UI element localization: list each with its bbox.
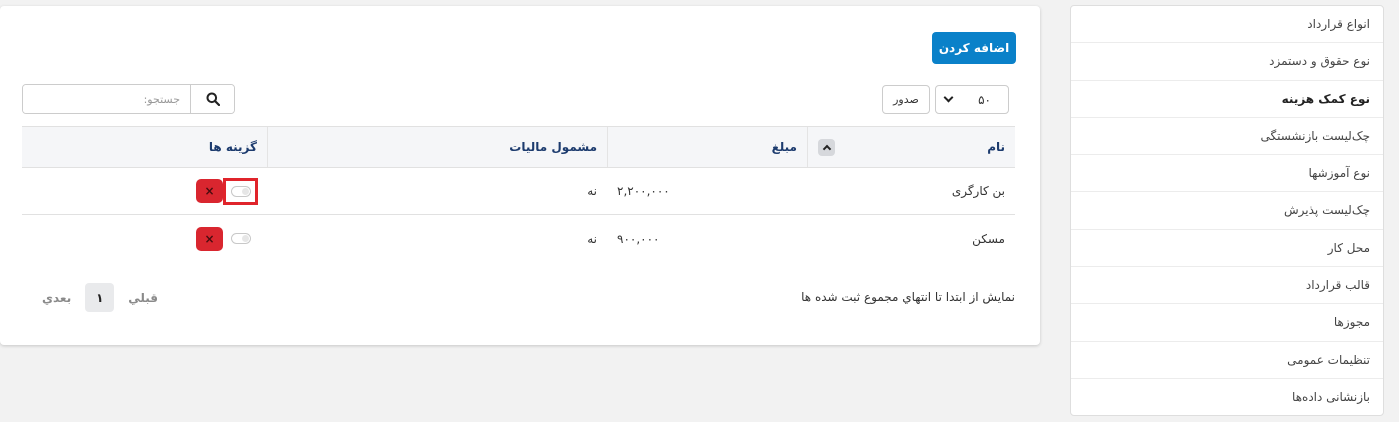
pagination: قبلي ۱ بعدي <box>42 283 158 312</box>
column-header-amount[interactable]: مبلغ <box>607 127 807 167</box>
cell-name: بن کارگری <box>951 184 1005 198</box>
cell-options: × <box>22 215 267 262</box>
page-size-select[interactable]: ۵۰ <box>935 85 1009 114</box>
add-button[interactable]: اضافه کردن <box>932 32 1016 64</box>
previous-page-button[interactable]: قبلي <box>128 291 158 305</box>
sidebar-item-salary-types[interactable]: نوع حقوق و دستمزد <box>1071 43 1383 81</box>
cell-name: مسکن <box>972 231 1005 246</box>
close-icon: × <box>204 231 215 246</box>
cell-amount: ۲,۲۰۰,۰۰۰ <box>617 184 670 198</box>
allowance-table: نام مبلغ مشمول مالیات گزینه ها بن کارگری… <box>22 126 1015 262</box>
active-toggle[interactable] <box>230 185 251 197</box>
column-header-amount-label: مبلغ <box>771 140 797 154</box>
table-row: بن کارگری ۲,۲۰۰,۰۰۰ نه × <box>22 168 1015 215</box>
cell-options: × <box>22 168 267 214</box>
sidebar-item-allowance-types[interactable]: نوع کمک هزینه <box>1071 81 1383 118</box>
sidebar-item-contract-template[interactable]: قالب قرارداد <box>1071 267 1383 305</box>
sidebar-item-workplace[interactable]: محل کار <box>1071 230 1383 268</box>
sidebar-item-data-reset[interactable]: بازنشانی داده‌ها <box>1071 379 1383 415</box>
allowance-types-panel: اضافه کردن ۵۰ صدور نام مبلغ مشمول مالیات <box>0 6 1040 345</box>
page-size-value: ۵۰ <box>978 92 991 107</box>
toggle-highlight-frame <box>223 177 258 205</box>
cell-amount: ۹۰۰,۰۰۰ <box>617 231 660 246</box>
delete-button[interactable]: × <box>196 179 223 203</box>
column-header-name-label: نام <box>987 140 1005 154</box>
next-page-button[interactable]: بعدي <box>42 291 71 305</box>
delete-button[interactable]: × <box>196 226 223 251</box>
table-info: نمایش از ابتدا تا انتهاي مجموع ثبت شده ه… <box>801 290 1015 304</box>
column-header-options-label: گزینه ها <box>208 140 257 154</box>
sidebar-item-permissions[interactable]: مجوزها <box>1071 304 1383 342</box>
sidebar-item-training-types[interactable]: نوع آموزشها <box>1071 155 1383 193</box>
column-header-taxable[interactable]: مشمول مالیات <box>267 127 607 167</box>
table-row: مسکن ۹۰۰,۰۰۰ نه × <box>22 215 1015 262</box>
sort-ascending-icon[interactable] <box>818 139 835 156</box>
table-header: نام مبلغ مشمول مالیات گزینه ها <box>22 126 1015 168</box>
chevron-down-icon <box>943 92 954 103</box>
active-toggle[interactable] <box>230 233 251 244</box>
sidebar-item-general-settings[interactable]: تنظیمات عمومی <box>1071 342 1383 379</box>
cell-taxable: نه <box>587 231 597 246</box>
sidebar-item-onboarding-checklist[interactable]: چک‌لیست پذیرش <box>1071 192 1383 230</box>
column-header-taxable-label: مشمول مالیات <box>509 140 597 154</box>
column-header-options: گزینه ها <box>22 127 267 167</box>
settings-sidebar: انواع قرارداد نوع حقوق و دستمزد نوع کمک … <box>1070 5 1384 416</box>
sidebar-item-retirement-checklist[interactable]: چک‌لیست بازنشستگی <box>1071 118 1383 156</box>
page-button-1[interactable]: ۱ <box>85 283 115 312</box>
export-button[interactable]: صدور <box>882 85 930 114</box>
search-button[interactable] <box>190 85 234 113</box>
column-header-name[interactable]: نام <box>807 127 1015 167</box>
search-box <box>22 84 235 114</box>
search-icon <box>206 92 220 106</box>
search-input[interactable] <box>23 85 190 113</box>
close-icon: × <box>204 184 215 198</box>
sidebar-item-contract-types[interactable]: انواع قرارداد <box>1071 6 1383 44</box>
toggle-frame <box>223 225 258 252</box>
cell-taxable: نه <box>587 184 597 198</box>
